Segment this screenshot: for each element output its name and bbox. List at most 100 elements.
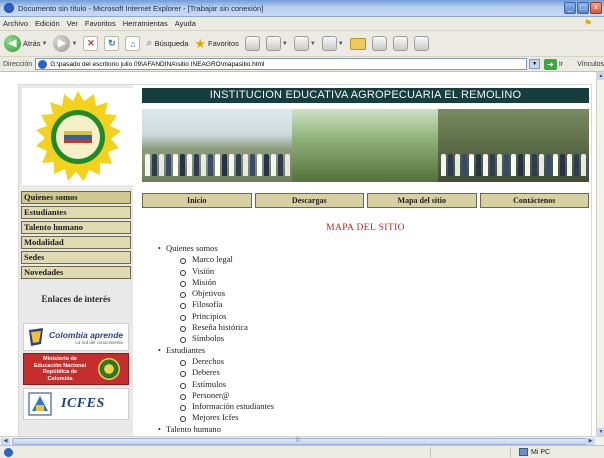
scroll-down-icon[interactable]: ▼ [597,428,604,436]
sitemap-link[interactable]: Reseña histórica [157,322,487,333]
favorites-star-icon: ★ [194,35,207,51]
menu-file[interactable]: Archivo [3,19,28,28]
student-figure [560,154,565,176]
mail-dropdown-icon[interactable]: ▼ [310,41,316,47]
student-figure [553,154,558,176]
search-button[interactable]: ⌕ Búsqueda [146,37,188,50]
security-zone: Mi PC [519,448,550,456]
horizontal-scrollbar[interactable]: ◀ ||| ▶ [0,436,604,445]
tab-contactenos[interactable]: Contáctenos [479,193,589,208]
sidebar-item-sedes[interactable]: Sedes [21,251,131,264]
menu-favorites[interactable]: Favoritos [85,19,116,28]
favorites-label: Favoritos [208,39,239,48]
sidebar-item-quienes-somos[interactable]: Quienes somos [21,191,131,204]
maximize-button[interactable]: □ [577,2,589,14]
sitemap-link[interactable]: Filosofía [157,299,487,310]
sitemap-section[interactable]: Quienes somos [157,243,487,254]
sidebar-item-novedades[interactable]: Novedades [21,266,131,279]
photo-students-group [438,109,589,182]
sitemap-link[interactable]: Estímulos [157,379,487,390]
media-icon [244,36,260,51]
scroll-right-icon[interactable]: ▶ [586,438,595,445]
sitemap-link[interactable]: Objetivos [157,288,487,299]
go-label: Ir [558,60,564,68]
student-figure [574,154,579,176]
forward-button[interactable]: ▶ ▼ [53,35,77,52]
folder-button[interactable] [349,37,366,50]
media-button[interactable] [244,36,260,51]
student-figure [264,154,269,176]
sitemap-section[interactable]: Talento humano [157,424,487,435]
student-figure [532,154,537,176]
student-figure [497,154,502,176]
back-dropdown-icon[interactable]: ▼ [42,41,48,47]
window-controls: _ □ × [564,2,602,14]
go-button[interactable]: ➜ Ir [543,58,564,70]
student-figure [257,154,262,176]
left-column: Quienes somos Estudiantes Talento humano… [19,85,133,436]
menu-help[interactable]: Ayuda [175,19,196,28]
sitemap-link[interactable]: Marco legal [157,254,487,265]
print-button[interactable]: ▼ [321,36,344,51]
sitemap-link[interactable]: Símbolos [157,333,487,344]
stop-icon: ✕ [83,36,99,51]
close-button[interactable]: × [590,2,602,14]
address-dropdown-icon[interactable]: ▼ [529,59,540,69]
tab-mapa-del-sitio[interactable]: Mapa del sitio [367,193,477,208]
tools-extra-button[interactable] [413,36,429,51]
sitemap-section[interactable]: Estudiantes [157,345,487,356]
back-button[interactable]: ◀ Atrás ▼ [4,35,47,52]
minimize-button[interactable]: _ [564,2,576,14]
sidebar-item-modalidad[interactable]: Modalidad [21,236,131,249]
student-figure [173,154,178,176]
sitemap-link[interactable]: Principios [157,311,487,322]
messenger-button[interactable] [371,36,387,51]
print-dropdown-icon[interactable]: ▼ [338,41,344,47]
refresh-button[interactable]: ↻ [104,36,120,51]
sitemap-link[interactable]: Información estudiantes [157,401,487,412]
ministerio-banner[interactable]: Ministerio de Educación Nacional Repúbli… [23,353,129,385]
history-button[interactable]: ▼ [265,36,288,51]
tab-inicio[interactable]: Inicio [142,193,252,208]
sitemap-link[interactable]: Misión [157,277,487,288]
mail-button[interactable]: ▼ [293,36,316,51]
home-button[interactable]: ⌂ [125,36,141,51]
colombia-aprende-banner[interactable]: Colombia aprende La red del conocimiento [23,323,129,351]
students-group [438,154,589,176]
menu-bar: Archivo Edición Ver Favoritos Herramient… [0,17,604,31]
horizontal-scroll-thumb[interactable] [12,438,590,445]
scroll-left-icon[interactable]: ◀ [1,438,10,445]
sidebar-item-estudiantes[interactable]: Estudiantes [21,206,131,219]
sidebar-item-talento-humano[interactable]: Talento humano [21,221,131,234]
tab-descargas[interactable]: Descargas [254,193,364,208]
menu-view[interactable]: Ver [67,19,78,28]
menu-tools[interactable]: Herramientas [123,19,168,28]
my-computer-icon [519,448,528,456]
student-figure [441,154,446,176]
student-figure [518,154,523,176]
sitemap-link[interactable]: Derechos [157,356,487,367]
print-icon [321,36,337,51]
student-figure [180,154,185,176]
menu-edit[interactable]: Edición [35,19,60,28]
stop-button[interactable]: ✕ [83,36,99,51]
research-button[interactable] [392,36,408,51]
vertical-scrollbar[interactable]: ▲ ▼ [596,72,604,436]
colombia-aprende-title: Colombia aprende [49,329,124,340]
history-dropdown-icon[interactable]: ▼ [282,41,288,47]
favorites-button[interactable]: ★ Favoritos [194,36,239,52]
colombia-aprende-text: Colombia aprende La red del conocimiento [49,330,123,345]
sitemap-link[interactable]: Deberes [157,367,487,378]
window-title-bar: Documento sin título - Microsoft Interne… [0,0,604,17]
sitemap-link[interactable]: Visión [157,266,487,277]
forward-dropdown-icon[interactable]: ▼ [71,41,77,47]
sitemap-link[interactable]: Mejores Icfes [157,412,487,423]
scroll-up-icon[interactable]: ▲ [597,72,604,80]
student-figure [201,154,206,176]
sitemap-link[interactable]: Personer@ [157,390,487,401]
address-input[interactable]: G:\pasado del escritorio julio 09\AFANDI… [35,58,528,70]
icfes-banner[interactable]: ICFES [23,388,129,420]
links-label[interactable]: Vínculos [577,61,604,68]
student-figure [483,154,488,176]
zone-label: Mi PC [531,448,551,456]
